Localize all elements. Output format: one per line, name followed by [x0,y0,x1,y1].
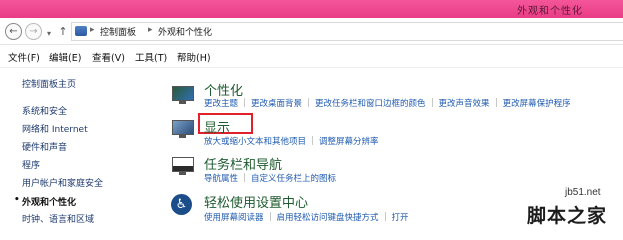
menu-tools[interactable]: 工具(T) [135,50,167,64]
breadcrumb-chevron-icon[interactable]: ▸ [90,25,95,35]
link-change-theme[interactable]: 更改主题 [204,99,238,109]
watermark-logo: 脚本之家 [527,205,608,227]
title-bar: 外观和个性化 [0,0,623,18]
ease-of-access-icon[interactable]: ♿ [170,194,196,216]
up-button[interactable]: ↑ [57,24,69,39]
menu-file[interactable]: 文件(F) [8,50,40,64]
address-bar[interactable]: ▸ 控制面板 ▸ 外观和个性化 [71,22,623,41]
link-turn-on-keyboard-shortcuts[interactable]: 启用轻松访问键盘快捷方式 [277,213,379,223]
sidebar-item-network[interactable]: 网络和 Internet [22,122,88,135]
taskbar-icon[interactable] [170,155,196,177]
menu-bar: 文件(F) 编辑(E) 查看(V) 工具(T) 帮助(H) [0,45,623,68]
link-make-text-larger-smaller[interactable]: 放大或缩小文本和其他项目 [204,137,306,147]
window-title: 外观和个性化 [517,6,583,17]
sidebar: 控制面板主页 系统和安全 网络和 Internet 硬件和声音 程序 用户帐户和… [0,68,150,226]
sidebar-item-label: 外观和个性化 [22,198,77,208]
menu-edit[interactable]: 编辑(E) [49,50,81,64]
link-navigation-properties[interactable]: 导航属性 [204,174,238,184]
taskbar-links: 导航属性 自定义任务栏上的图标 [204,172,336,184]
navigation-bar: ← → ▾ ↑ ▸ 控制面板 ▸ 外观和个性化 [0,18,623,45]
control-panel-icon [75,26,87,36]
current-item-bullet: • [14,195,20,205]
recent-locations-button[interactable]: ▾ [44,26,54,41]
personalization-icon[interactable] [170,84,196,106]
link-change-taskbar-window-color[interactable]: 更改任务栏和窗口边框的颜色 [315,99,426,109]
link-use-screen-reader[interactable]: 使用屏幕阅读器 [204,213,264,223]
menu-help[interactable]: 帮助(H) [177,50,211,64]
sidebar-item-hardware-sound[interactable]: 硬件和声音 [22,140,67,153]
breadcrumb-control-panel[interactable]: 控制面板 [100,25,136,38]
link-change-screensaver[interactable]: 更改屏幕保护程序 [503,99,571,109]
link-turn-on[interactable]: 打开 [392,213,409,223]
arrow-right-icon: → [29,26,38,37]
arrow-up-icon: ↑ [58,25,68,38]
display-icon[interactable] [170,118,196,140]
sidebar-item-clock-language-region[interactable]: 时钟、语言和区域 [22,212,94,225]
menu-view[interactable]: 查看(V) [92,50,125,64]
category-title-ease-of-access[interactable]: 轻松使用设置中心 [204,192,308,211]
category-title-taskbar-navigation[interactable]: 任务栏和导航 [204,154,282,173]
sidebar-item-system-security[interactable]: 系统和安全 [22,104,67,117]
display-links: 放大或缩小文本和其他项目 调整屏幕分辨率 [204,135,379,147]
sidebar-item-user-accounts[interactable]: 用户帐户和家庭安全 [22,176,103,189]
link-customize-taskbar-icons[interactable]: 自定义任务栏上的图标 [251,174,336,184]
arrow-left-icon: ← [9,26,18,37]
link-change-sound-effects[interactable]: 更改声音效果 [439,99,490,109]
link-change-desktop-background[interactable]: 更改桌面背景 [251,99,302,109]
sidebar-item-control-panel-home[interactable]: 控制面板主页 [22,77,76,90]
forward-button[interactable]: → [25,23,42,40]
ease-links: 使用屏幕阅读器 启用轻松访问键盘快捷方式 打开 [204,211,409,223]
breadcrumb-appearance[interactable]: 外观和个性化 [158,25,212,38]
sidebar-item-programs[interactable]: 程序 [22,158,40,171]
personalization-links: 更改主题 更改桌面背景 更改任务栏和窗口边框的颜色 更改声音效果 更改屏幕保护程序 [204,97,571,109]
link-adjust-screen-resolution[interactable]: 调整屏幕分辨率 [319,137,379,147]
breadcrumb-chevron-icon[interactable]: ▸ [148,25,153,35]
watermark-url: jb51.net [565,187,601,198]
chevron-down-icon: ▾ [46,29,51,38]
back-button[interactable]: ← [5,23,22,40]
category-title-display[interactable]: 显示 [204,117,230,136]
